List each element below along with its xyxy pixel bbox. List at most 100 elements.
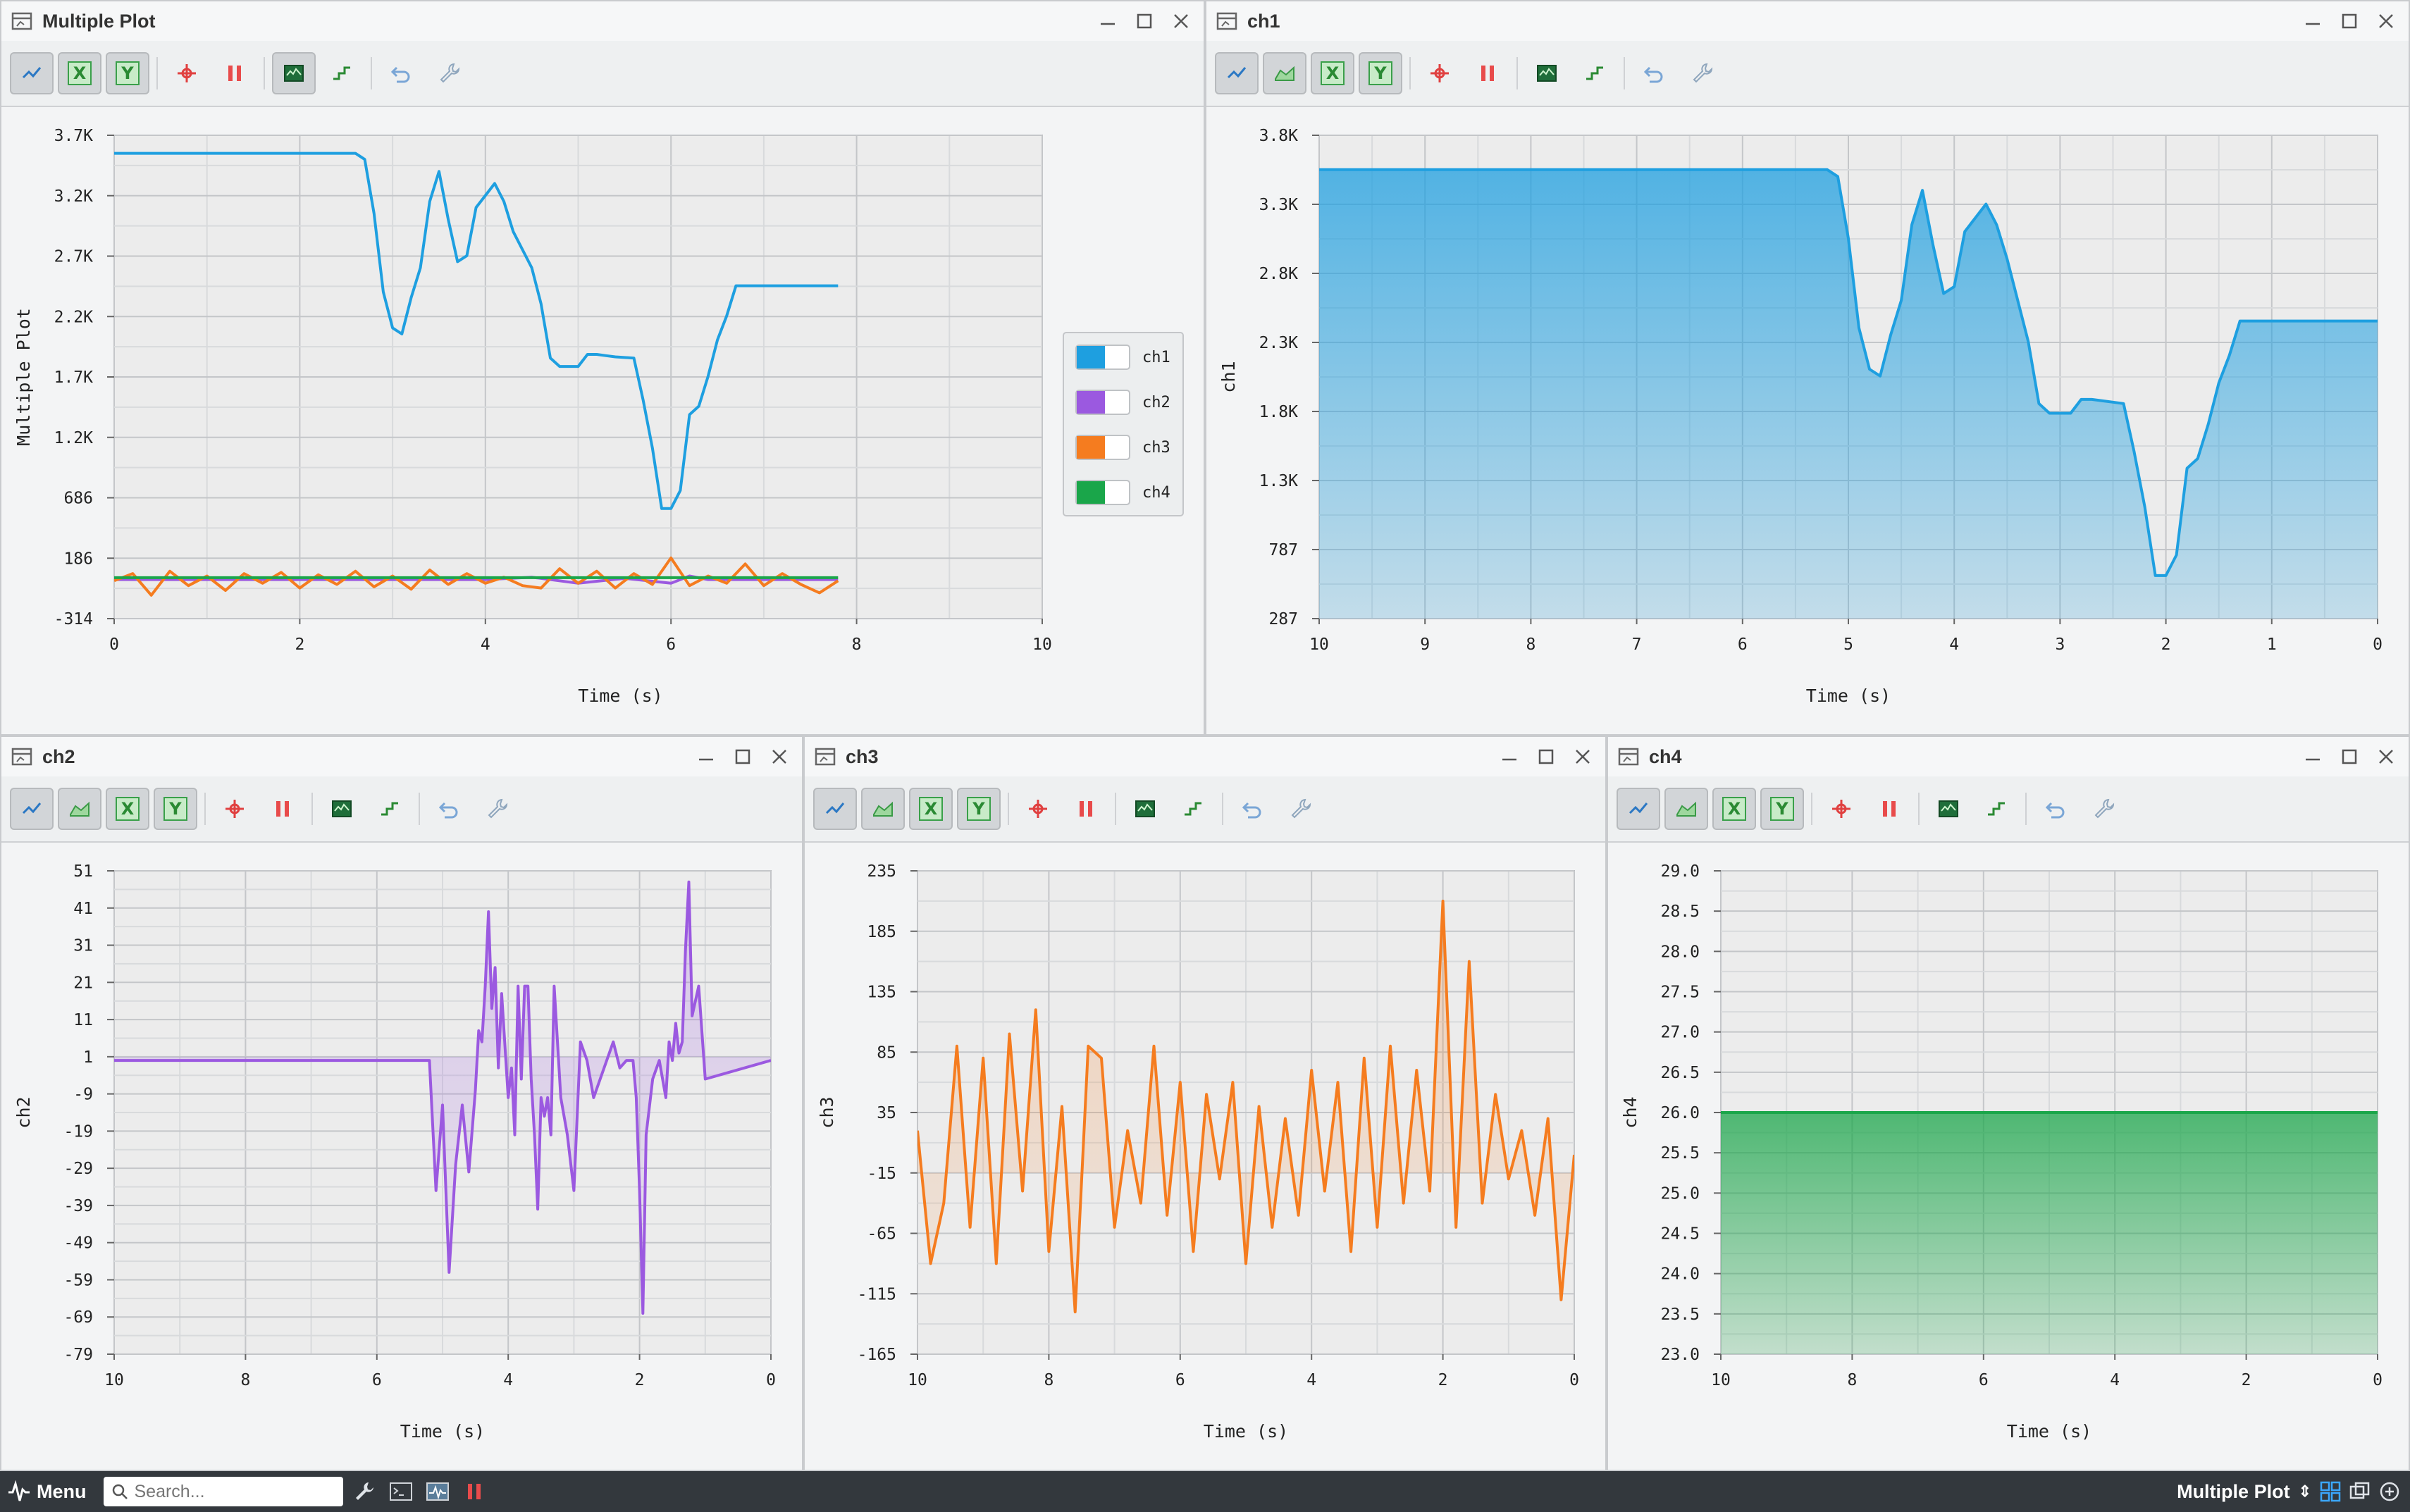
chevron-updown-icon[interactable]: ⇕ bbox=[2299, 1482, 2311, 1501]
add-circle-icon[interactable] bbox=[2379, 1481, 2400, 1502]
screenshot-button[interactable] bbox=[1123, 788, 1167, 830]
undo-button[interactable] bbox=[427, 788, 471, 830]
window-titlebar[interactable]: ch3 bbox=[805, 737, 1605, 776]
menu-button[interactable]: Menu bbox=[7, 1480, 87, 1504]
chart-svg[interactable]: 10 8 6 4 2 0 29.0 28.5 28.0 27.5 27.0 26.5 26.0 25.5 2… bbox=[1608, 843, 2406, 1467]
y-autoscale-button[interactable]: Y bbox=[1760, 788, 1804, 830]
maximize-button[interactable] bbox=[1129, 6, 1160, 37]
legend-item-ch3[interactable]: ch3 bbox=[1075, 435, 1170, 460]
window-titlebar[interactable]: ch4 bbox=[1608, 737, 2409, 776]
x-autoscale-button[interactable]: X bbox=[58, 52, 101, 94]
pause-button[interactable] bbox=[1064, 788, 1108, 830]
legend-item-ch2[interactable]: ch2 bbox=[1075, 390, 1170, 415]
monitor-icon[interactable] bbox=[422, 1476, 453, 1507]
plot-area[interactable]: 10 8 6 4 2 0 51 41 31 21 11 1 -9 -19 -29 -39 -49 -59 -69 -7… bbox=[1, 843, 802, 1470]
x-autoscale-button[interactable]: X bbox=[909, 788, 953, 830]
close-button[interactable] bbox=[1567, 741, 1598, 772]
close-button[interactable] bbox=[2371, 741, 2402, 772]
settings-button[interactable] bbox=[475, 788, 519, 830]
settings-button[interactable] bbox=[1278, 788, 1322, 830]
minimize-button[interactable] bbox=[2297, 741, 2328, 772]
pause-button[interactable] bbox=[261, 788, 304, 830]
y-tick-label: 35 bbox=[877, 1104, 896, 1122]
chart-svg[interactable]: 10 8 6 4 2 051413121111-9-19-29-39-49-59-69-7… bbox=[1, 843, 799, 1467]
legend-item-ch4[interactable]: ch4 bbox=[1075, 480, 1170, 505]
legend[interactable]: ch1 ch2 ch3 ch4 bbox=[1063, 332, 1184, 516]
area-mode-button[interactable] bbox=[1263, 52, 1306, 94]
x-autoscale-button[interactable]: X bbox=[106, 788, 149, 830]
wrench-icon[interactable] bbox=[349, 1476, 380, 1507]
area-mode-button[interactable] bbox=[58, 788, 101, 830]
undo-button[interactable] bbox=[1632, 52, 1676, 94]
line-mode-button[interactable] bbox=[813, 788, 857, 830]
plot-area[interactable]: 10 9 8 7 6 5 4 3 2 1 0 3.8K 3.3K 2.8K 2.3K 1.8K 1.3K 787 2… bbox=[1206, 107, 2409, 734]
close-button[interactable] bbox=[764, 741, 795, 772]
grid-layout-icon[interactable] bbox=[2320, 1481, 2341, 1502]
plot-area[interactable]: 0 2 4 6 8 10 3.7K 3.2K 2.7K 2.2K 1.7K 1.2K 686 186 -31… bbox=[1, 107, 1204, 734]
pan-button[interactable] bbox=[1819, 788, 1863, 830]
pan-button[interactable] bbox=[165, 52, 209, 94]
y-autoscale-button[interactable]: Y bbox=[106, 52, 149, 94]
pan-button[interactable] bbox=[1016, 788, 1060, 830]
step-button[interactable] bbox=[368, 788, 412, 830]
line-mode-button[interactable] bbox=[1617, 788, 1660, 830]
pause-button[interactable] bbox=[1867, 788, 1911, 830]
settings-button[interactable] bbox=[2082, 788, 2125, 830]
maximize-button[interactable] bbox=[1531, 741, 1562, 772]
search-box[interactable] bbox=[103, 1477, 343, 1506]
minimize-button[interactable] bbox=[1092, 6, 1123, 37]
windows-icon[interactable] bbox=[2349, 1481, 2371, 1502]
minimize-button[interactable] bbox=[2297, 6, 2328, 37]
step-button[interactable] bbox=[1171, 788, 1215, 830]
legend-item-ch1[interactable]: ch1 bbox=[1075, 345, 1170, 370]
pan-button[interactable] bbox=[213, 788, 257, 830]
maximize-button[interactable] bbox=[2334, 6, 2365, 37]
step-button[interactable] bbox=[1975, 788, 2018, 830]
screenshot-button[interactable] bbox=[1525, 52, 1569, 94]
search-input[interactable] bbox=[134, 1481, 325, 1502]
pan-button[interactable] bbox=[1418, 52, 1462, 94]
area-mode-button[interactable] bbox=[1664, 788, 1708, 830]
y-autoscale-button[interactable]: Y bbox=[957, 788, 1001, 830]
close-button[interactable] bbox=[2371, 6, 2402, 37]
screenshot-button[interactable] bbox=[272, 52, 316, 94]
settings-button[interactable] bbox=[427, 52, 471, 94]
x-autoscale-button[interactable]: X bbox=[1712, 788, 1756, 830]
screenshot-button[interactable] bbox=[1927, 788, 1970, 830]
minimize-button[interactable] bbox=[1494, 741, 1525, 772]
area-mode-button[interactable] bbox=[861, 788, 905, 830]
chart-svg[interactable]: 10 8 6 4 2 0 235 185 135 85 35 -15 -65 -115 -165 Time (… bbox=[805, 843, 1602, 1467]
area-mode-icon bbox=[1275, 66, 1294, 81]
pause-button[interactable] bbox=[1466, 52, 1509, 94]
y-autoscale-button[interactable]: Y bbox=[1359, 52, 1402, 94]
step-button[interactable] bbox=[1573, 52, 1617, 94]
window-titlebar[interactable]: ch1 bbox=[1206, 1, 2409, 41]
window-titlebar[interactable]: Multiple Plot bbox=[1, 1, 1204, 41]
undo-button[interactable] bbox=[2034, 788, 2077, 830]
undo-button[interactable] bbox=[1230, 788, 1274, 830]
minimize-button[interactable] bbox=[691, 741, 722, 772]
active-window-name[interactable]: Multiple Plot bbox=[2177, 1481, 2290, 1503]
line-mode-button[interactable] bbox=[1215, 52, 1259, 94]
maximize-button[interactable] bbox=[727, 741, 758, 772]
plot-area[interactable]: 10 8 6 4 2 0 235 185 135 85 35 -15 -65 -115 -165 Time (… bbox=[805, 843, 1605, 1470]
step-button[interactable] bbox=[320, 52, 364, 94]
x-autoscale-button[interactable]: X bbox=[1311, 52, 1354, 94]
line-mode-button[interactable] bbox=[10, 52, 54, 94]
y-autoscale-button[interactable]: Y bbox=[154, 788, 197, 830]
terminal-icon[interactable] bbox=[385, 1476, 416, 1507]
line-mode-button[interactable] bbox=[10, 788, 54, 830]
pause-icon[interactable] bbox=[459, 1476, 490, 1507]
undo-icon bbox=[390, 66, 410, 83]
maximize-button[interactable] bbox=[2334, 741, 2365, 772]
plot-area[interactable]: 10 8 6 4 2 0 29.0 28.5 28.0 27.5 27.0 26.5 26.0 25.5 2… bbox=[1608, 843, 2409, 1470]
chart-svg[interactable]: 0 2 4 6 8 10 3.7K 3.2K 2.7K 2.2K 1.7K 1.2K 686 186 -31… bbox=[1, 107, 1201, 731]
undo-button[interactable] bbox=[379, 52, 423, 94]
screenshot-button[interactable] bbox=[320, 788, 364, 830]
settings-button[interactable] bbox=[1680, 52, 1724, 94]
chart-svg[interactable]: 10 9 8 7 6 5 4 3 2 1 03.8K3.3K2.8K2.3K1.8K1.3K7872… bbox=[1206, 107, 2406, 731]
ch1-window: ch1 X Y 10 9 8 7 6 5 4 3 2 1 0 3.8K 3.3K 2.8K 2.3K 1.8K 1.3… bbox=[1205, 0, 2410, 736]
pause-button[interactable] bbox=[213, 52, 257, 94]
window-titlebar[interactable]: ch2 bbox=[1, 737, 802, 776]
close-button[interactable] bbox=[1166, 6, 1197, 37]
